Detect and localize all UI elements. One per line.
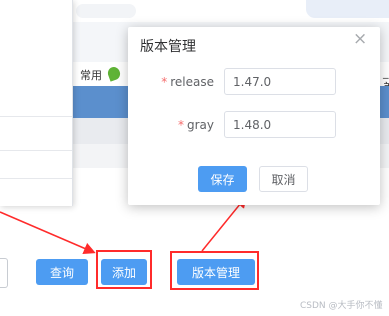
filter-input[interactable] bbox=[0, 258, 8, 288]
required-mark: * bbox=[161, 75, 168, 89]
close-icon[interactable]: × bbox=[353, 29, 367, 49]
gray-label: * gray bbox=[136, 118, 214, 132]
panel-divider bbox=[0, 116, 72, 117]
release-label: * release bbox=[136, 75, 214, 89]
highlight-box-add bbox=[96, 250, 152, 289]
panel-divider bbox=[0, 178, 72, 179]
version-management-dialog: 版本管理 × *release *gray 保存 取消 bbox=[128, 27, 380, 205]
release-label-text: release bbox=[170, 75, 214, 89]
cancel-button[interactable]: 取消 bbox=[259, 166, 308, 192]
highlight-box-version bbox=[170, 251, 259, 290]
gray-input[interactable] bbox=[224, 111, 336, 138]
save-button[interactable]: 保存 bbox=[198, 166, 247, 192]
tab-pill-right[interactable] bbox=[306, 0, 389, 18]
dropdown-panel bbox=[0, 0, 73, 206]
panel-divider bbox=[0, 150, 72, 151]
required-mark: * bbox=[177, 118, 184, 132]
dialog-title: 版本管理 bbox=[140, 39, 196, 55]
query-button[interactable]: 查询 bbox=[36, 259, 88, 285]
release-input[interactable] bbox=[224, 68, 336, 95]
gray-label-text: gray bbox=[186, 118, 214, 132]
tab-pill[interactable] bbox=[76, 4, 136, 18]
bookmark-item-label[interactable]: 常用 bbox=[80, 67, 102, 83]
watermark: CSDN @大手你不懂 bbox=[300, 301, 383, 311]
